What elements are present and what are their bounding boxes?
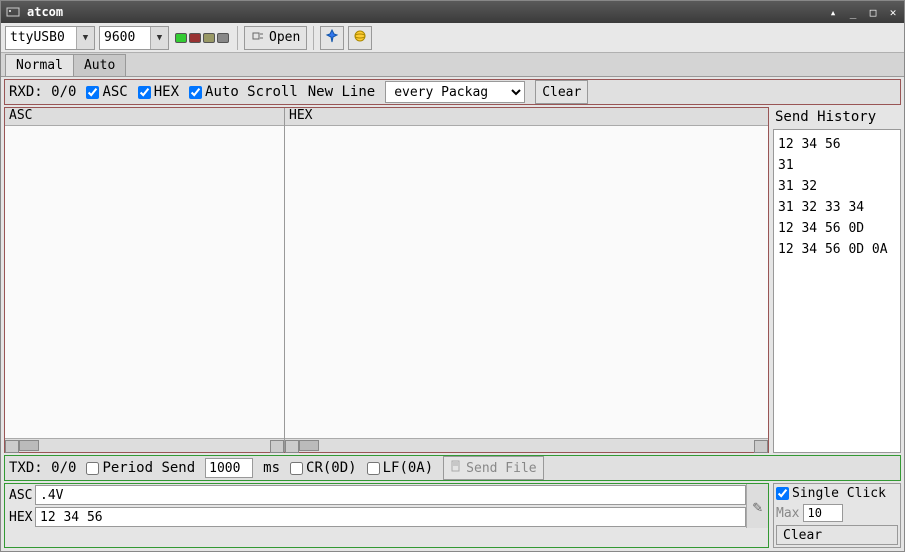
separator xyxy=(313,26,314,50)
history-list: 12 34 56 31 31 32 31 32 33 34 12 34 56 0… xyxy=(773,129,901,453)
max-row: Max xyxy=(776,504,898,522)
send-button[interactable]: ✎ xyxy=(746,484,768,528)
plug-icon xyxy=(251,29,265,47)
panes: ASC HEX xyxy=(4,107,769,453)
chevron-down-icon[interactable]: ▼ xyxy=(76,27,94,49)
globe-icon xyxy=(353,29,367,47)
maximize-button[interactable]: □ xyxy=(866,5,880,19)
clear-rx-button[interactable]: Clear xyxy=(535,80,588,104)
pin-button[interactable] xyxy=(320,26,344,50)
baud-combo[interactable]: ▼ xyxy=(99,26,169,50)
baud-input[interactable] xyxy=(100,27,150,49)
rxd-counter: RXD: 0/0 xyxy=(9,84,76,100)
tab-bar: Normal Auto xyxy=(1,53,904,77)
asc-header: ASC xyxy=(5,108,284,126)
separator xyxy=(237,26,238,50)
rx-panes: ASC HEX xyxy=(4,107,769,453)
titlebar: atcom ▴ _ □ ✕ xyxy=(1,1,904,23)
history-item[interactable]: 12 34 56 0D 0A xyxy=(776,239,898,260)
sendfile-button[interactable]: Send File xyxy=(443,456,543,480)
history-item[interactable]: 31 xyxy=(776,155,898,176)
ms-label: ms xyxy=(263,460,280,476)
main-area: ASC HEX Send History 12 34 56 31 31 32 3… xyxy=(4,107,901,453)
hex-scrollbar[interactable] xyxy=(285,438,768,452)
minimize-button[interactable]: _ xyxy=(846,5,860,19)
tx-bar: TXD: 0/0 Period Send ms CR(0D) LF(0A) Se… xyxy=(4,455,901,481)
led-icon xyxy=(203,33,215,43)
history-item[interactable]: 12 34 56 0D xyxy=(776,218,898,239)
history-controls: Single Click Max Clear xyxy=(773,483,901,548)
lf-checkbox[interactable]: LF(0A) xyxy=(367,460,434,476)
asc-input[interactable] xyxy=(35,485,746,505)
app-icon xyxy=(5,4,21,20)
window-title: atcom xyxy=(27,5,820,19)
hex-checkbox[interactable]: HEX xyxy=(138,84,179,100)
hex-input-label: HEX xyxy=(5,510,35,525)
asc-input-label: ASC xyxy=(5,488,35,503)
port-combo[interactable]: ▼ xyxy=(5,26,95,50)
hex-input[interactable] xyxy=(35,507,746,527)
txd-counter: TXD: 0/0 xyxy=(9,460,76,476)
tab-normal[interactable]: Normal xyxy=(5,54,74,76)
send-icon: ✎ xyxy=(753,497,763,516)
asc-pane: ASC xyxy=(5,108,285,452)
bottom-row: ASC HEX ✎ Single Click Max Clea xyxy=(4,483,901,548)
asc-input-row: ASC xyxy=(5,484,746,506)
open-button[interactable]: Open xyxy=(244,26,307,50)
file-icon xyxy=(450,460,462,476)
status-leds xyxy=(173,33,231,43)
history-item[interactable]: 12 34 56 xyxy=(776,134,898,155)
period-input[interactable] xyxy=(205,458,253,478)
asc-checkbox[interactable]: ASC xyxy=(86,84,127,100)
led-icon xyxy=(189,33,201,43)
newline-select[interactable]: every Package xyxy=(385,81,525,103)
history-header: Send History xyxy=(773,107,901,127)
app-window: atcom ▴ _ □ ✕ ▼ ▼ Open xyxy=(0,0,905,552)
port-input[interactable] xyxy=(6,27,76,49)
asc-body[interactable] xyxy=(5,126,284,438)
autoscroll-checkbox[interactable]: Auto Scroll xyxy=(189,84,298,100)
cr-checkbox[interactable]: CR(0D) xyxy=(290,460,357,476)
history-item[interactable]: 31 32 33 34 xyxy=(776,197,898,218)
hex-body[interactable] xyxy=(285,126,768,438)
history-item[interactable]: 31 32 xyxy=(776,176,898,197)
max-label: Max xyxy=(776,506,799,521)
rx-bar: RXD: 0/0 ASC HEX Auto Scroll New Line ev… xyxy=(4,79,901,105)
newline-label: New Line xyxy=(308,84,375,100)
hex-pane: HEX xyxy=(285,108,768,452)
rollup-button[interactable]: ▴ xyxy=(826,5,840,19)
send-inputs: ASC HEX ✎ xyxy=(4,483,769,548)
period-checkbox[interactable]: Period Send xyxy=(86,460,195,476)
max-input[interactable] xyxy=(803,504,843,522)
clear-history-button[interactable]: Clear xyxy=(776,525,898,545)
hex-header: HEX xyxy=(285,108,768,126)
asc-scrollbar[interactable] xyxy=(5,438,284,452)
led-icon xyxy=(217,33,229,43)
globe-button[interactable] xyxy=(348,26,372,50)
history-column: Send History 12 34 56 31 31 32 31 32 33 … xyxy=(773,107,901,453)
close-button[interactable]: ✕ xyxy=(886,5,900,19)
hex-input-row: HEX xyxy=(5,506,746,528)
open-label: Open xyxy=(269,30,300,45)
chevron-down-icon[interactable]: ▼ xyxy=(150,27,168,49)
singleclick-checkbox[interactable]: Single Click xyxy=(776,486,898,501)
led-icon xyxy=(175,33,187,43)
tab-auto[interactable]: Auto xyxy=(73,54,126,76)
toolbar: ▼ ▼ Open xyxy=(1,23,904,53)
pin-icon xyxy=(325,29,339,47)
